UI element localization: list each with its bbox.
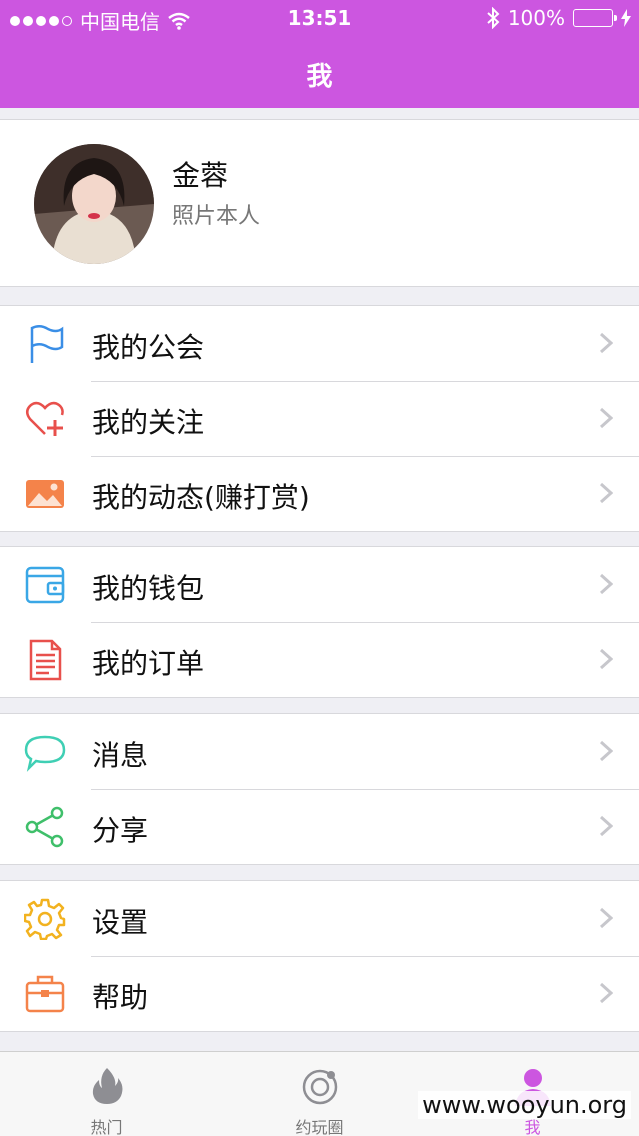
chevron-right-icon [599, 815, 613, 837]
menu-item-label: 我的关注 [92, 406, 205, 439]
nav-bar: 我 [0, 36, 639, 108]
toolbox-icon [25, 975, 65, 1013]
avatar[interactable] [34, 144, 154, 264]
menu-item-follows[interactable]: 我的关注 [0, 381, 639, 456]
chevron-right-icon [599, 907, 613, 929]
chevron-right-icon [599, 482, 613, 504]
flame-icon [92, 1068, 122, 1104]
menu-item-label: 分享 [92, 814, 149, 847]
tab-label: 热门 [90, 1118, 123, 1136]
menu-group-2: 我的钱包 我的订单 [0, 546, 639, 698]
menu-item-messages[interactable]: 消息 [0, 714, 639, 789]
document-icon [29, 639, 62, 681]
image-icon [26, 480, 64, 508]
menu-item-guild[interactable]: 我的公会 [0, 306, 639, 381]
charging-bolt-icon [621, 9, 631, 27]
wallet-icon [25, 566, 65, 604]
page-title: 我 [306, 62, 333, 92]
menu-item-help[interactable]: 帮助 [0, 956, 639, 1031]
battery-percent: 100% [507, 6, 565, 30]
chevron-right-icon [599, 332, 613, 354]
flag-icon [30, 325, 64, 363]
tab-label: 约玩圈 [295, 1118, 344, 1136]
chevron-right-icon [599, 573, 613, 595]
chat-bubble-icon [24, 735, 66, 772]
menu-item-moments[interactable]: 我的动态(赚打赏) [0, 456, 639, 531]
menu-item-label: 消息 [92, 739, 149, 772]
menu-group-4: 设置 帮助 [0, 880, 639, 1032]
heart-plus-icon [26, 401, 64, 436]
menu-item-wallet[interactable]: 我的钱包 [0, 547, 639, 622]
share-icon [25, 806, 64, 848]
bluetooth-icon [487, 7, 500, 29]
watermark-text: www.wooyun.org [418, 1091, 631, 1119]
menu-item-orders[interactable]: 我的订单 [0, 622, 639, 697]
chevron-right-icon [599, 407, 613, 429]
chevron-right-icon [599, 982, 613, 1004]
chevron-right-icon [599, 740, 613, 762]
menu-item-share[interactable]: 分享 [0, 789, 639, 864]
battery-icon [573, 9, 617, 27]
tab-circle[interactable]: 约玩圈 [213, 1052, 426, 1136]
menu-item-label: 我的订单 [92, 647, 205, 680]
profile-subtitle: 照片本人 [172, 204, 261, 229]
menu-group-3: 消息 分享 [0, 713, 639, 865]
chevron-right-icon [599, 648, 613, 670]
menu-item-label: 我的钱包 [92, 572, 205, 605]
profile-name: 金蓉 [172, 159, 229, 192]
menu-item-label: 帮助 [92, 981, 149, 1014]
menu-item-settings[interactable]: 设置 [0, 881, 639, 956]
orbit-icon [302, 1069, 337, 1105]
gear-icon [24, 898, 66, 940]
menu-group-1: 我的公会 我的关注 我的动态(赚打赏) [0, 305, 639, 532]
profile-card[interactable]: 金蓉 照片本人 [0, 119, 639, 287]
status-right: 100% [486, 6, 631, 30]
status-bar: 中国电信 13:51 100% [0, 0, 639, 36]
menu-item-label: 设置 [92, 906, 149, 939]
tab-hot[interactable]: 热门 [0, 1052, 213, 1136]
menu-item-label: 我的动态(赚打赏) [92, 481, 310, 514]
menu-item-label: 我的公会 [92, 331, 205, 364]
